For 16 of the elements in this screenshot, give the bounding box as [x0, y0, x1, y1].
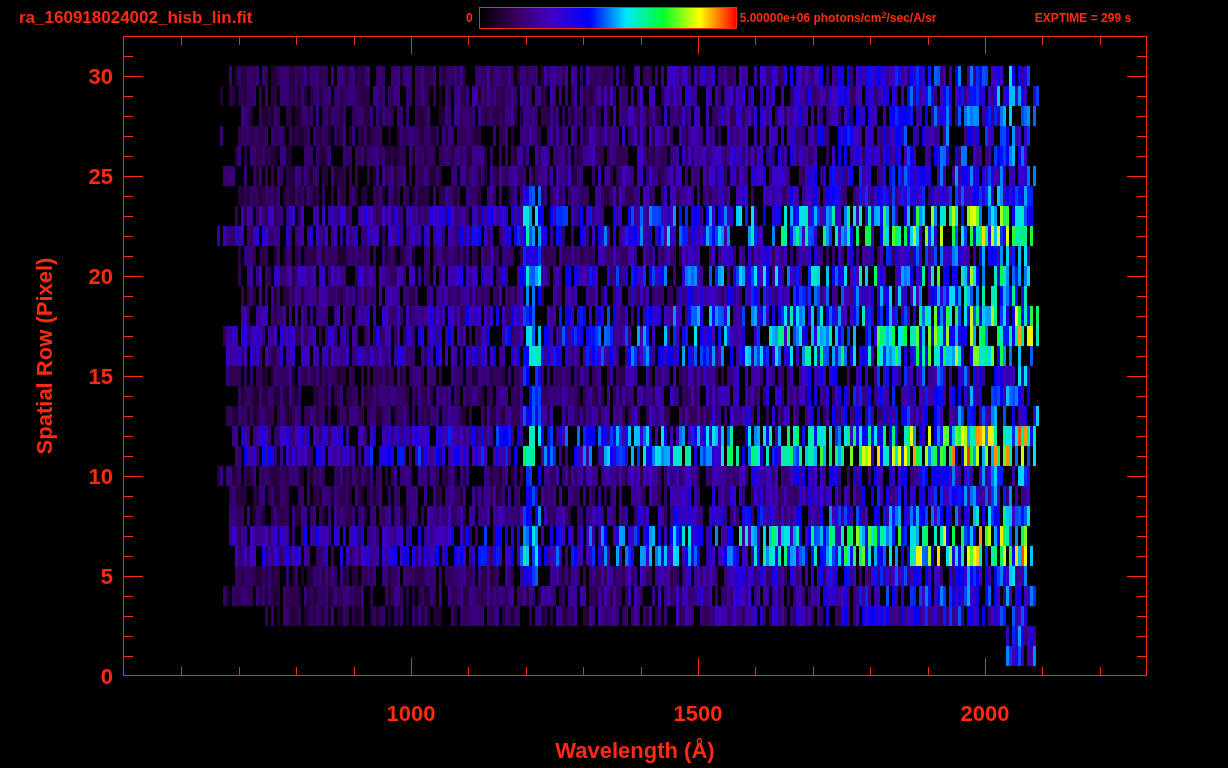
y-tick-label: 30: [88, 64, 113, 89]
y-tick-label: 0: [100, 664, 113, 689]
x-tick-label: 1500: [673, 701, 723, 726]
y-tick-label: 5: [100, 564, 113, 589]
y-tick-label: 10: [88, 464, 113, 489]
colorbar-max-label: 5.00000e+06 photons/cm$^{2}$/sec/A/sr: [739, 9, 938, 27]
y-tick-label: 20: [88, 264, 113, 289]
exposure-time: EXPTIME = 299 s: [1034, 10, 1132, 27]
colorbar-min-label: 0: [466, 10, 473, 27]
x-tick-label: 1000: [386, 701, 436, 726]
x-tick-label: 2000: [960, 701, 1010, 726]
y-axis-label: Spatial Row (Pixel): [32, 257, 57, 455]
x-axis-label: Wavelength (Å): [555, 738, 715, 763]
file-name: ra_160918024002_hisb_lin.fit: [19, 7, 254, 30]
y-tick-label: 25: [88, 164, 113, 189]
y-tick-label: 15: [88, 364, 113, 389]
